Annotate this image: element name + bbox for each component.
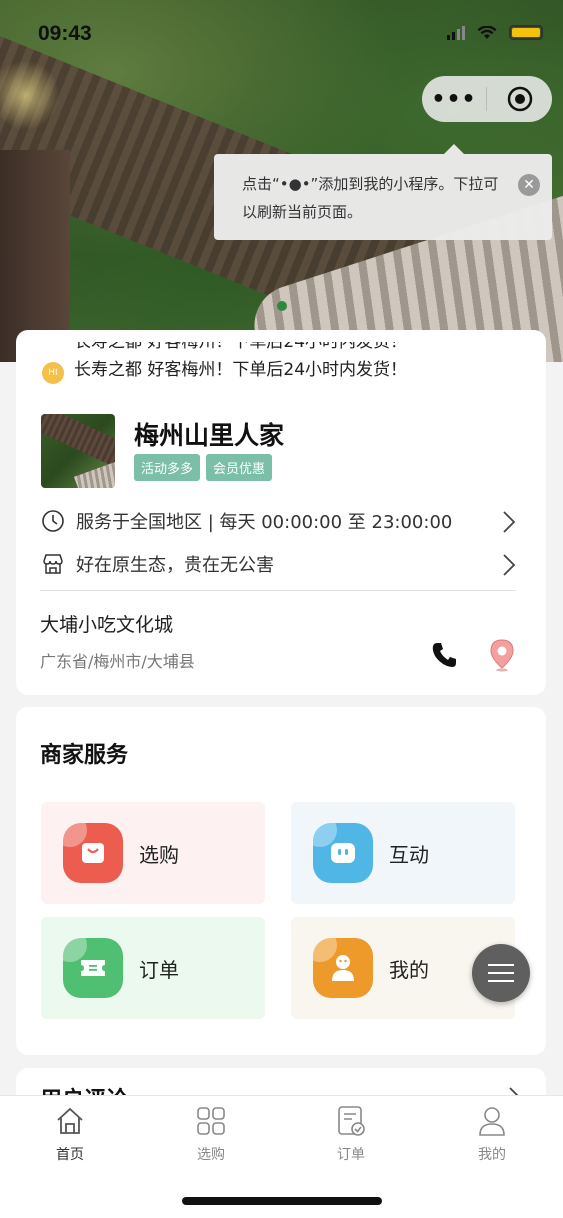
add-to-miniprogram-tooltip: 点击“•●•”添加到我的小程序。下拉可以刷新当前页面。 ✕	[214, 144, 552, 240]
wifi-icon	[477, 25, 497, 39]
tab-buy[interactable]: 选购	[161, 1104, 261, 1164]
status-time: 09:43	[38, 22, 92, 45]
address-name: 大埔小吃文化城	[40, 614, 174, 636]
service-label: 我的	[389, 957, 429, 982]
user-icon	[313, 938, 373, 998]
store-logo	[41, 414, 115, 488]
floating-menu-button[interactable]	[472, 944, 530, 1002]
home-indicator	[182, 1197, 382, 1205]
miniprogram-capsule: •••	[422, 76, 552, 122]
store-tag: 会员优惠	[206, 454, 273, 481]
store-slogan-row[interactable]: 好在原生态，贵在无公害	[40, 549, 516, 579]
target-icon	[507, 86, 532, 112]
store-slogan-text: 好在原生态，贵在无公害	[76, 555, 274, 576]
chat-icon	[313, 823, 373, 883]
notice-icon: HI	[42, 362, 64, 384]
notice-marquee[interactable]: 长寿之都 好客梅州！下单后24小时内发货！ 长寿之都 好客梅州！下单后24小时内…	[74, 342, 494, 398]
status-icons	[447, 25, 543, 40]
section-title: 商家服务	[40, 743, 129, 768]
battery-icon	[509, 25, 543, 40]
tab-orders[interactable]: 订单	[301, 1104, 401, 1164]
home-icon	[20, 1104, 120, 1138]
grid-icon	[161, 1104, 261, 1138]
service-label: 订单	[139, 957, 179, 982]
location-pin-icon[interactable]	[488, 638, 516, 676]
store-tag: 活动多多	[134, 454, 201, 481]
store-name: 梅州山里人家	[134, 421, 285, 450]
tab-home[interactable]: 首页	[20, 1104, 120, 1164]
status-bar: 09:43	[0, 0, 563, 66]
chevron-right-icon	[502, 553, 516, 582]
phone-icon[interactable]	[430, 640, 460, 674]
notice-text: 长寿之都 好客梅州！下单后24小时内发货！	[74, 360, 408, 380]
more-menu-button[interactable]: •••	[422, 87, 486, 112]
user-icon	[442, 1104, 542, 1138]
signal-icon	[447, 25, 465, 40]
service-interact-button[interactable]: 互动	[291, 802, 515, 904]
tab-label: 选购	[197, 1147, 225, 1163]
store-tags: 活动多多 会员优惠	[134, 454, 273, 481]
service-label: 互动	[389, 842, 429, 867]
divider	[40, 590, 516, 591]
banner-indicator-dot[interactable]	[277, 301, 287, 311]
address-detail: 广东省/梅州市/大埔县	[40, 652, 195, 671]
shopping-bag-icon	[63, 823, 123, 883]
tooltip-close-icon[interactable]: ✕	[518, 174, 540, 196]
ticket-icon	[63, 938, 123, 998]
store-icon	[40, 551, 66, 577]
service-buy-button[interactable]: 选购	[41, 802, 265, 904]
order-list-icon	[301, 1104, 401, 1138]
service-label: 选购	[139, 842, 179, 867]
service-hours-text: 服务于全国地区 | 每天 00:00:00 至 23:00:00	[76, 512, 453, 533]
tab-label: 订单	[337, 1147, 365, 1163]
notice-text-previous: 长寿之都 好客梅州！下单后24小时内发货！	[74, 342, 408, 352]
merchant-services-card: 商家服务 选购 互动 订单 我的	[16, 707, 546, 1055]
tooltip-text: 点击“•●•”添加到我的小程序。下拉可以刷新当前页面。	[242, 175, 499, 221]
chevron-right-icon	[502, 510, 516, 539]
close-miniprogram-button[interactable]	[487, 86, 552, 112]
service-hours-row[interactable]: 服务于全国地区 | 每天 00:00:00 至 23:00:00	[40, 506, 516, 536]
tab-label: 我的	[478, 1147, 506, 1163]
service-order-button[interactable]: 订单	[41, 917, 265, 1019]
clock-icon	[40, 508, 66, 534]
store-info-card: HI 长寿之都 好客梅州！下单后24小时内发货！ 长寿之都 好客梅州！下单后24…	[16, 330, 546, 695]
tab-mine[interactable]: 我的	[442, 1104, 542, 1164]
tab-label: 首页	[56, 1147, 84, 1163]
